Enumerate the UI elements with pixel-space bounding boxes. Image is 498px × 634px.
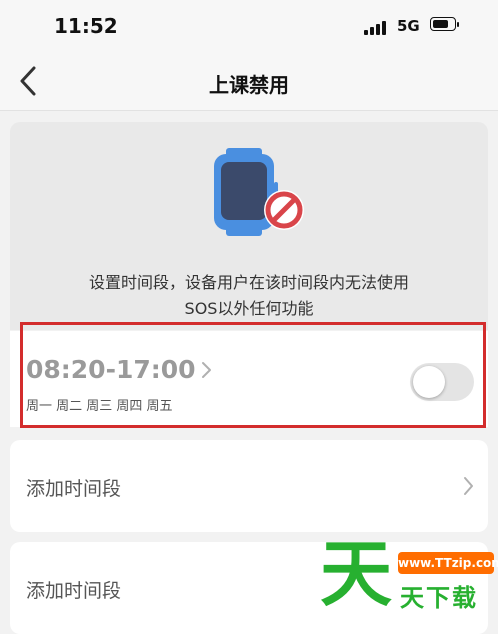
description-line-1: 设置时间段，设备用户在该时间段内无法使用 [88, 273, 409, 292]
row-label: 添加时间段 [26, 478, 122, 500]
highlight-box [20, 322, 486, 428]
add-time-period-row[interactable]: 添加时间段 [10, 440, 488, 532]
battery-icon [430, 17, 460, 33]
page-title: 上课禁用 [209, 73, 289, 97]
network-type: 5G [397, 17, 420, 35]
nav-bar: 上课禁用 [0, 52, 498, 111]
chevron-right-icon [464, 477, 473, 495]
watermark-url: www.TTzip.com [398, 552, 498, 574]
watch-prohibited-icon [210, 148, 310, 238]
description-text: 设置时间段，设备用户在该时间段内无法使用 SOS以外任何功能 [30, 270, 468, 322]
row-label: 添加时间段 [26, 580, 122, 602]
description-line-2: SOS以外任何功能 [184, 299, 314, 318]
hero-section: 设置时间段，设备用户在该时间段内无法使用 SOS以外任何功能 [10, 122, 488, 330]
status-bar: 11:52 5G [0, 0, 498, 52]
watermark-text: 天下载 [400, 584, 478, 612]
status-time: 11:52 [54, 14, 118, 38]
watermark-big-char: 天 [320, 532, 393, 616]
watermark-logo: 天 www.TTzip.com 天下载 [318, 530, 498, 615]
signal-bars-icon [364, 19, 390, 35]
